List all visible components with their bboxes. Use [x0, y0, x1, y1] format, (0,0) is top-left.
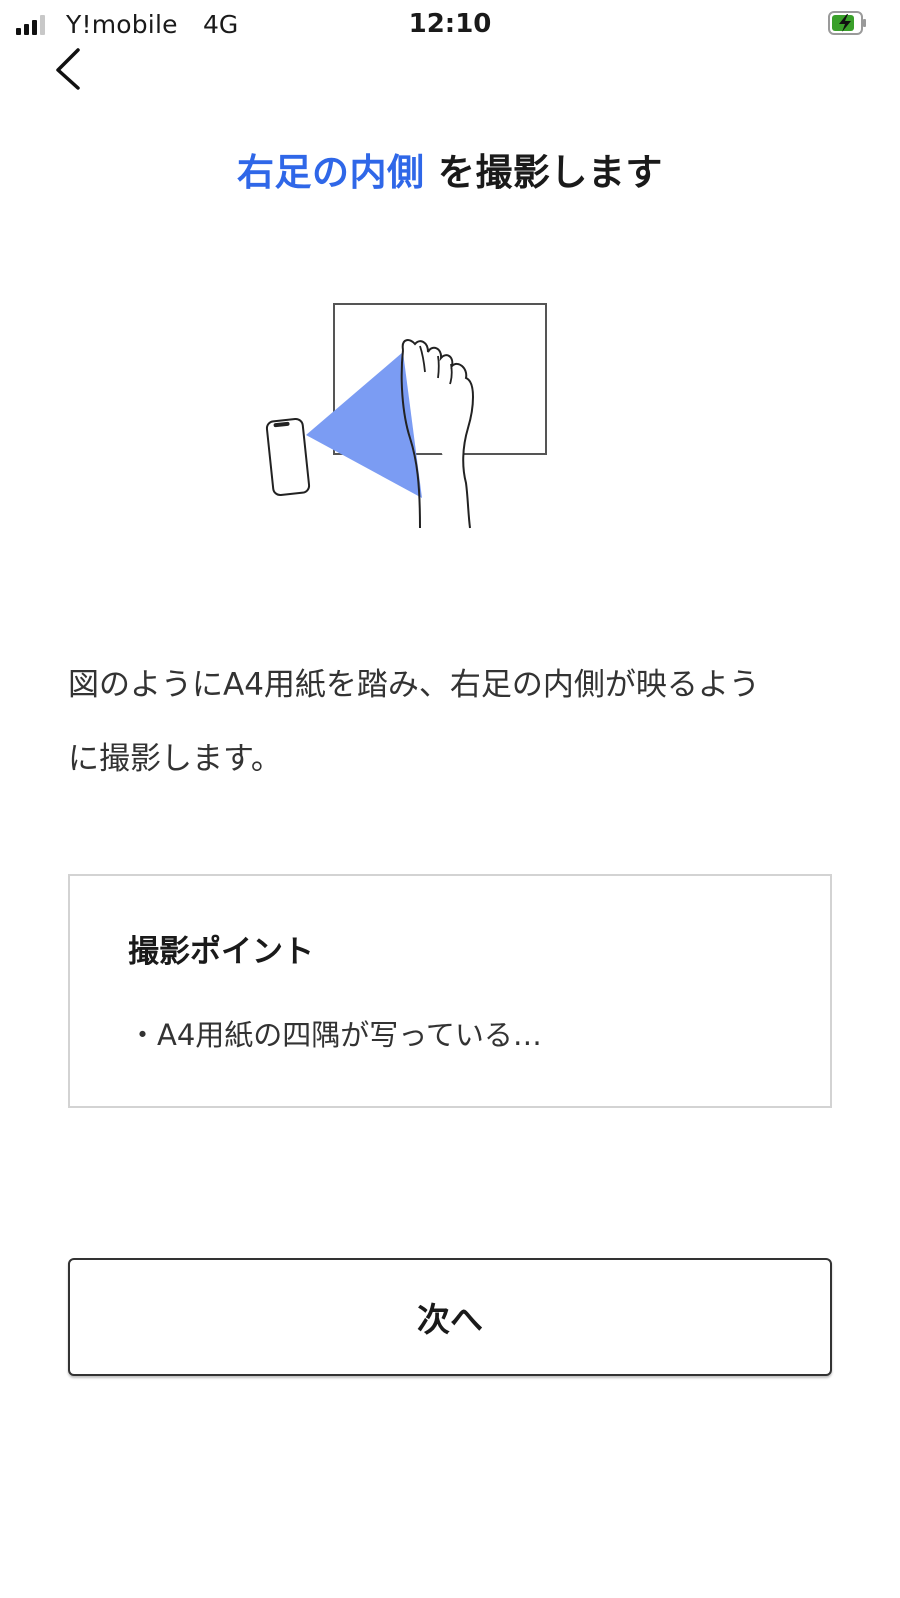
instruction-line-1: 図のようにA4用紙を踏み、右足の内側が映るよう [68, 667, 760, 703]
tips-item: ・A4用紙の四隅が写っている… [128, 1018, 542, 1052]
status-bar: Y!mobile 4G 12:10 [0, 0, 900, 50]
battery-charging-icon [828, 11, 866, 35]
instruction-line-2: に撮影します。 [68, 741, 282, 777]
next-button[interactable]: 次へ [68, 1258, 832, 1376]
shooting-tips-box: 撮影ポイント ・A4用紙の四隅が写っている… [68, 874, 832, 1108]
foot-on-paper-camera-illustration [265, 303, 547, 529]
back-button[interactable] [46, 44, 92, 94]
status-time: 12:10 [408, 9, 492, 39]
tips-title: 撮影ポイント [128, 934, 314, 970]
title-highlight: 右足の内側 [237, 151, 425, 194]
chevron-left-icon [56, 48, 80, 90]
title-rest: を撮影します [424, 151, 663, 194]
instruction-text: 図のようにA4用紙を踏み、右足の内側が映るよう に撮影します。 [68, 648, 838, 796]
page-title: 右足の内側 を撮影します [0, 142, 900, 196]
